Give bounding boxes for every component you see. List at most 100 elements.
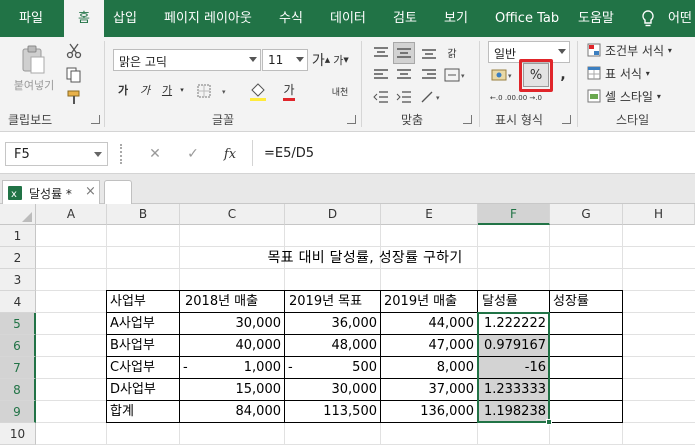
column-header-f[interactable]: F (478, 204, 550, 225)
paste-icon[interactable] (18, 43, 48, 77)
lightbulb-icon[interactable] (641, 0, 655, 37)
header-cell[interactable]: 사업부 (110, 291, 180, 313)
insert-function-icon[interactable]: fx (219, 144, 241, 164)
table-cell-2019[interactable]: 37,000 (381, 379, 475, 401)
column-header-g[interactable]: G (550, 204, 623, 225)
column-header-a[interactable]: A (36, 204, 107, 225)
font-name-dropdown[interactable]: 맑은 고딕 (113, 49, 261, 71)
table-cell-target[interactable]: 48,000 (285, 335, 378, 357)
formula-input[interactable]: =E5/D5 (264, 146, 314, 161)
alignment-launcher-icon[interactable] (463, 115, 472, 124)
table-cell-2019[interactable]: 8,000 (381, 357, 474, 379)
table-cell-2018[interactable]: 1,000 (180, 357, 281, 379)
cancel-icon[interactable]: ✕ (145, 144, 165, 164)
row-header-10[interactable]: 10 (0, 423, 36, 445)
conditional-format-icon[interactable] (587, 41, 601, 59)
name-box[interactable]: F5 (5, 142, 108, 166)
italic-button[interactable]: 가 (137, 79, 153, 101)
tab-data[interactable]: 데이터 (330, 0, 366, 37)
select-all-corner[interactable] (0, 204, 36, 225)
table-cell-2019[interactable]: 136,000 (381, 401, 474, 423)
column-header-h[interactable]: H (623, 204, 695, 225)
table-cell-2019[interactable]: 44,000 (381, 313, 475, 335)
tab-view[interactable]: 보기 (444, 0, 468, 37)
underline-button[interactable]: 가 (159, 79, 175, 101)
merge-center-icon[interactable]: ▾ (442, 65, 468, 85)
fill-color-icon[interactable] (246, 79, 272, 103)
splitter-handle[interactable] (120, 144, 122, 164)
align-right-icon[interactable] (418, 65, 440, 85)
decrease-indent-icon[interactable] (370, 87, 392, 107)
tab-file[interactable]: 파일 (19, 0, 43, 37)
header-cell[interactable]: 달성률 (482, 291, 550, 313)
paste-button[interactable]: 붙여넣기 (9, 77, 59, 93)
close-icon[interactable]: × (85, 184, 96, 199)
border-icon[interactable]: ▾ (194, 81, 234, 101)
wrap-text-button[interactable]: 갉 (442, 41, 462, 63)
row-header-7[interactable]: 7 (0, 357, 36, 379)
align-left-icon[interactable] (370, 65, 392, 85)
align-middle-icon[interactable] (393, 42, 415, 64)
tab-formulas[interactable]: 수식 (279, 0, 303, 37)
cell-styles-button[interactable]: 셀 스타일 ▾ (605, 87, 671, 105)
row-header-4[interactable]: 4 (0, 291, 36, 313)
comma-style-button[interactable]: , (556, 63, 570, 87)
phonetic-button[interactable]: 내천 (327, 78, 353, 104)
table-cell-name[interactable]: B사업부 (110, 335, 180, 357)
table-cell-target[interactable]: 500 (285, 357, 377, 379)
format-as-table-icon[interactable] (587, 64, 601, 82)
cell-styles-icon[interactable] (587, 87, 601, 105)
number-launcher-icon[interactable] (562, 115, 571, 124)
increase-indent-icon[interactable] (393, 87, 415, 107)
row-header-9[interactable]: 9 (0, 401, 36, 423)
tab-help[interactable]: 도움말 (578, 0, 614, 37)
format-painter-icon[interactable] (64, 87, 84, 107)
grow-font-button[interactable]: 가 ▲ (312, 49, 330, 71)
column-header-e[interactable]: E (381, 204, 478, 225)
row-header-6[interactable]: 6 (0, 335, 36, 357)
table-title[interactable]: 목표 대비 달성률, 성장률 구하기 (180, 247, 550, 269)
tab-review[interactable]: 검토 (393, 0, 417, 37)
table-cell-name[interactable]: C사업부 (110, 357, 180, 379)
accounting-format-icon[interactable]: ▾ (490, 65, 516, 85)
row-header-8[interactable]: 8 (0, 379, 36, 401)
align-center-icon[interactable] (393, 65, 415, 85)
table-cell-name[interactable]: D사업부 (110, 379, 180, 401)
row-header-3[interactable]: 3 (0, 269, 36, 291)
tab-office-tab[interactable]: Office Tab (495, 0, 559, 37)
table-cell-name[interactable]: A사업부 (110, 313, 180, 335)
shrink-font-button[interactable]: 가 ▼ (332, 49, 350, 71)
column-header-b[interactable]: B (107, 204, 180, 225)
table-cell-target[interactable]: 36,000 (285, 313, 378, 335)
table-cell-2018[interactable]: 15,000 (180, 379, 282, 401)
orientation-icon[interactable]: ▾ (418, 87, 444, 107)
row-header-1[interactable]: 1 (0, 225, 36, 247)
chevron-down-icon[interactable]: ▾ (178, 85, 186, 95)
column-header-d[interactable]: D (285, 204, 381, 225)
table-cell-target[interactable]: 113,500 (285, 401, 377, 423)
tab-tell-me[interactable]: 어떤 (668, 0, 692, 37)
tab-insert[interactable]: 삽입 (113, 0, 137, 37)
table-cell-2018[interactable]: 40,000 (180, 335, 282, 357)
fill-handle[interactable] (546, 419, 552, 425)
column-header-c[interactable]: C (180, 204, 285, 225)
bold-button[interactable]: 가 (115, 79, 131, 101)
align-top-icon[interactable] (370, 43, 392, 63)
header-cell[interactable]: 2019년 매출 (384, 291, 478, 313)
new-tab-button[interactable] (104, 180, 132, 204)
tab-page-layout[interactable]: 페이지 레이아웃 (164, 0, 252, 37)
table-cell-name[interactable]: 합계 (110, 401, 180, 423)
decrease-decimal-button[interactable]: .00 →.0 (516, 87, 542, 109)
format-as-table-button[interactable]: 표 서식 ▾ (605, 64, 665, 82)
sheet-tab[interactable]: x 달성률 * × (2, 180, 100, 204)
row-header-5[interactable]: 5 (0, 313, 36, 335)
cut-icon[interactable] (64, 41, 84, 61)
conditional-format-button[interactable]: 조건부 서식 ▾ (605, 41, 675, 59)
enter-icon[interactable]: ✓ (183, 144, 203, 164)
font-size-dropdown[interactable]: 11 (262, 49, 308, 71)
increase-decimal-button[interactable]: ←.0 .00 (490, 87, 516, 109)
tab-home[interactable]: 홈 (64, 0, 104, 37)
table-cell-2018[interactable]: 84,000 (180, 401, 282, 423)
copy-icon[interactable] (64, 65, 84, 85)
font-launcher-icon[interactable] (347, 115, 356, 124)
